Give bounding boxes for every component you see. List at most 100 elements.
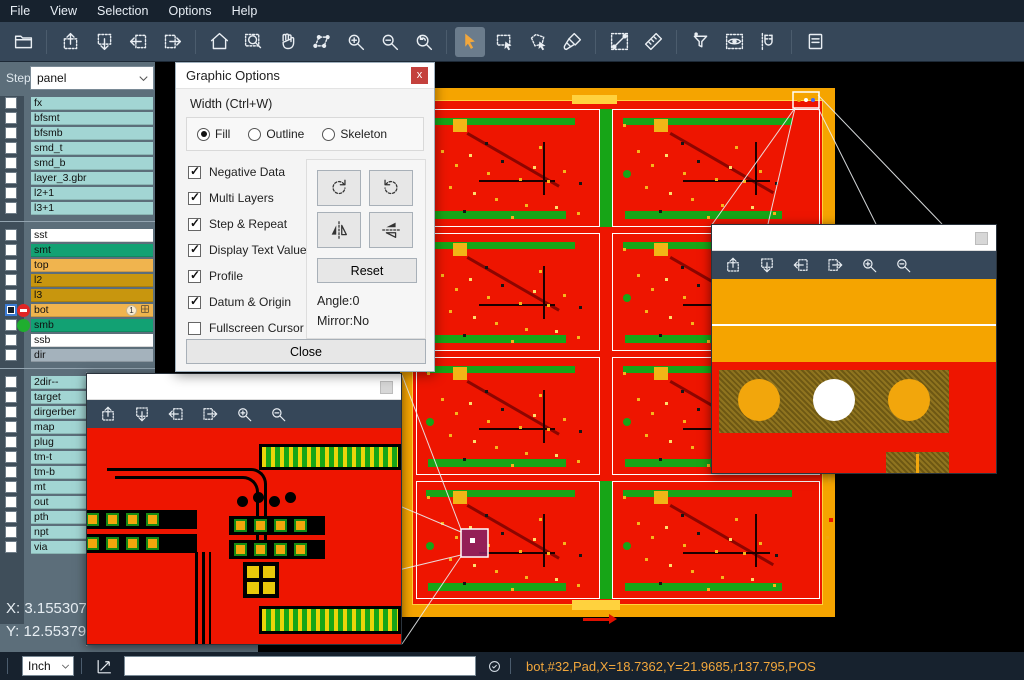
layer-name-bar[interactable]: smd_b xyxy=(31,157,153,170)
tool-open-folder[interactable] xyxy=(8,27,38,57)
tool-zoom-in[interactable] xyxy=(340,27,370,57)
checkbox-row[interactable]: Datum & Origin xyxy=(188,289,307,315)
menu-help[interactable]: Help xyxy=(232,4,258,18)
layer-checkbox[interactable] xyxy=(5,127,17,139)
mag-tool-pan-up[interactable] xyxy=(722,254,744,276)
layer-checkbox[interactable] xyxy=(5,406,17,418)
dialog-titlebar[interactable]: Graphic Options x xyxy=(176,63,434,89)
magnifier-view[interactable] xyxy=(87,428,401,644)
close-icon[interactable]: x xyxy=(411,67,428,84)
layer-checkbox[interactable] xyxy=(5,289,17,301)
layer-name-bar[interactable]: smd_t xyxy=(31,142,153,155)
layer-name-bar[interactable]: fx xyxy=(31,97,153,110)
checkbox[interactable] xyxy=(188,166,201,179)
step-select[interactable]: panel xyxy=(30,66,154,90)
board-cell[interactable] xyxy=(612,481,820,599)
mag-tool-zoom-out[interactable] xyxy=(892,254,914,276)
tool-filter[interactable] xyxy=(685,27,715,57)
layer-checkbox[interactable] xyxy=(5,466,17,478)
tool-layer-table[interactable] xyxy=(800,27,830,57)
tool-zoom-previous[interactable] xyxy=(408,27,438,57)
layer-name-bar[interactable]: l2 xyxy=(31,274,153,287)
checkbox[interactable] xyxy=(188,192,201,205)
layer-checkbox[interactable] xyxy=(5,244,17,256)
magnifier-window-right[interactable] xyxy=(711,224,997,474)
layer-checkbox[interactable] xyxy=(5,511,17,523)
unit-select[interactable]: Inch xyxy=(22,656,74,676)
layer-checkbox[interactable] xyxy=(5,376,17,388)
layer-name-bar[interactable]: sst xyxy=(31,229,153,242)
checkbox[interactable] xyxy=(188,244,201,257)
tool-zoom-out[interactable] xyxy=(374,27,404,57)
layer-checkbox[interactable] xyxy=(5,334,17,346)
layer-checkbox[interactable] xyxy=(5,496,17,508)
checkbox[interactable] xyxy=(188,296,201,309)
mag-tool-zoom-in[interactable] xyxy=(858,254,880,276)
layer-checkbox[interactable] xyxy=(5,157,17,169)
tool-pan-up[interactable] xyxy=(55,27,85,57)
layer-checkbox[interactable] xyxy=(5,274,17,286)
layer-name-bar[interactable]: ssb xyxy=(31,334,153,347)
layer-checkbox[interactable] xyxy=(5,259,17,271)
tool-object-visibility[interactable] xyxy=(719,27,749,57)
layer-name-bar[interactable]: smb xyxy=(31,319,153,332)
board-cell[interactable] xyxy=(416,109,600,227)
layer-name-bar[interactable]: l3+1 xyxy=(31,202,153,215)
flip-h-button[interactable] xyxy=(317,212,361,248)
layer-checkbox[interactable] xyxy=(5,481,17,493)
layer-checkbox[interactable] xyxy=(5,421,17,433)
menu-view[interactable]: View xyxy=(50,4,77,18)
layer-name-bar[interactable]: bfsmt xyxy=(31,112,153,125)
close-button[interactable]: Close xyxy=(186,339,426,364)
window-button-icon[interactable] xyxy=(975,232,988,245)
magnifier-view[interactable] xyxy=(712,279,996,473)
tool-snap-magnet[interactable] xyxy=(753,27,783,57)
layer-name-bar[interactable]: smt xyxy=(31,244,153,257)
layer-checkbox[interactable] xyxy=(5,541,17,553)
layer-checkbox[interactable] xyxy=(5,349,17,361)
layer-checkbox[interactable] xyxy=(5,391,17,403)
layer-checkbox[interactable] xyxy=(5,319,17,331)
board-cell[interactable] xyxy=(416,357,600,475)
mag-tool-pan-down[interactable] xyxy=(756,254,778,276)
tool-pan-left[interactable] xyxy=(123,27,153,57)
tool-pan-right[interactable] xyxy=(157,27,187,57)
tool-home-view[interactable] xyxy=(204,27,234,57)
tool-select-rect[interactable] xyxy=(489,27,519,57)
layer-checkbox[interactable] xyxy=(5,172,17,184)
tool-ruler[interactable] xyxy=(638,27,668,57)
checkbox-row[interactable]: Profile xyxy=(188,263,307,289)
layer-name-bar[interactable]: bfsmb xyxy=(31,127,153,140)
tool-pan-hand[interactable] xyxy=(272,27,302,57)
magnifier-titlebar[interactable] xyxy=(712,225,996,251)
angle-corner-icon[interactable] xyxy=(95,657,114,676)
tool-select-cursor[interactable] xyxy=(455,27,485,57)
layer-checkbox[interactable] xyxy=(5,142,17,154)
checkbox-row[interactable]: Step & Repeat xyxy=(188,211,307,237)
radio-fill[interactable]: Fill xyxy=(197,127,230,141)
board-cell[interactable] xyxy=(416,233,600,351)
layer-checkbox[interactable] xyxy=(5,526,17,538)
rotate-cw-button[interactable] xyxy=(317,170,361,206)
mag-tool-pan-down[interactable] xyxy=(131,403,153,425)
mag-tool-pan-right[interactable] xyxy=(824,254,846,276)
layer-checkbox[interactable] xyxy=(5,304,17,316)
mag-tool-pan-left[interactable] xyxy=(790,254,812,276)
reset-button[interactable]: Reset xyxy=(317,258,417,283)
tool-measure-distance[interactable] xyxy=(604,27,634,57)
layer-checkbox[interactable] xyxy=(5,187,17,199)
layer-checkbox[interactable] xyxy=(5,112,17,124)
menu-file[interactable]: File xyxy=(10,4,30,18)
mag-tool-pan-right[interactable] xyxy=(199,403,221,425)
layer-grid-toggle[interactable] xyxy=(140,304,150,317)
refresh-icon[interactable] xyxy=(486,658,503,675)
tool-select-polygon[interactable] xyxy=(523,27,553,57)
mag-tool-pan-left[interactable] xyxy=(165,403,187,425)
checkbox-row[interactable]: Fullscreen Cursor xyxy=(188,315,307,341)
tool-vertex-edit[interactable] xyxy=(306,27,336,57)
menu-options[interactable]: Options xyxy=(168,4,211,18)
layer-checkbox[interactable] xyxy=(5,451,17,463)
layer-name-bar[interactable]: l2+1 xyxy=(31,187,153,200)
layer-checkbox[interactable] xyxy=(5,436,17,448)
radio-outline[interactable]: Outline xyxy=(248,127,304,141)
